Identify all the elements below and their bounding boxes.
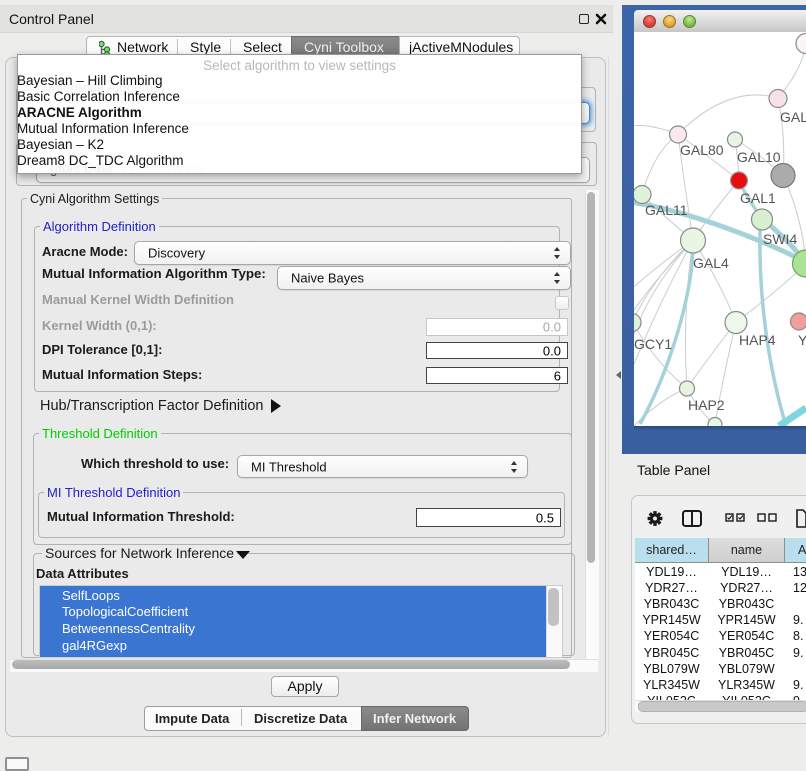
svg-text:GAL11: GAL11 (645, 202, 688, 218)
svg-text:SWI4: SWI4 (763, 231, 797, 247)
svg-text:GAL80: GAL80 (680, 142, 724, 158)
svg-text:GAL: GAL (780, 109, 806, 125)
svg-text:GAL4: GAL4 (693, 255, 729, 271)
svg-text:GAL10: GAL10 (737, 149, 781, 165)
svg-text:Y: Y (798, 332, 806, 348)
svg-text:GCY1: GCY1 (634, 336, 672, 352)
svg-text:HAP4: HAP4 (739, 332, 776, 348)
svg-text:GAL1: GAL1 (740, 190, 776, 206)
svg-text:HAP2: HAP2 (688, 397, 725, 413)
